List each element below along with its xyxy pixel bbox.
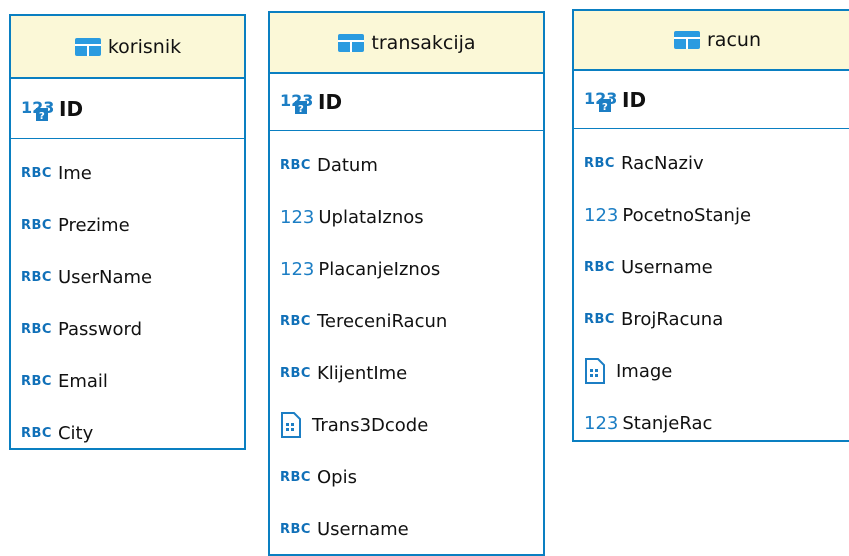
string-type-icon: RBC [280,365,311,381]
field-row[interactable]: RBC UserName [11,251,244,303]
field-name: Email [57,370,108,392]
field-row[interactable]: RBC Opis [270,451,543,503]
field-name: Trans3Dcode [312,414,429,436]
field-name: Prezime [57,214,130,236]
table-icon [674,31,700,49]
field-row[interactable]: RBC TereceniRacun [270,295,543,347]
primary-key-icon: 123 ? [280,89,313,115]
field-row[interactable]: RBC KlijentIme [270,347,543,399]
field-row[interactable]: RBC Prezime [11,199,244,251]
field-row[interactable]: RBC Password [11,303,244,355]
field-name: KlijentIme [316,362,408,384]
primary-key-row[interactable]: 123 ? ID [574,71,849,129]
field-row[interactable]: RBC Ime [11,147,244,199]
numeric-type-icon: 123 [280,258,315,280]
string-type-icon: RBC [280,521,311,537]
svg-text:?: ? [298,104,304,115]
field-name: Username [620,256,713,278]
field-row[interactable]: Image [574,345,849,397]
field-name: UplataIznos [318,206,424,228]
field-list: RBC Ime RBC Prezime RBC UserName RBC Passwor… [11,139,244,459]
field-name: Image [616,360,673,382]
binary-file-icon [281,412,301,438]
field-name: RacNaziv [620,152,704,174]
field-row[interactable]: 123 PlacanjeIznos [270,243,543,295]
table-icon [338,33,365,52]
field-name: Password [57,318,143,340]
string-type-icon: RBC [584,259,615,275]
string-type-icon: RBC [21,321,52,337]
numeric-type-icon: 123 [584,412,619,434]
field-row[interactable]: RBC Datum [270,139,543,191]
entity-title: transakcija [371,31,476,54]
field-name: Ime [57,162,92,184]
string-type-icon: RBC [584,311,615,327]
svg-text:?: ? [39,111,45,122]
field-name: TereceniRacun [316,310,448,332]
field-name: ID [59,96,84,121]
table-icon [74,37,101,56]
field-row[interactable]: 123 UplataIznos [270,191,543,243]
string-type-icon: RBC [21,165,52,181]
entity-header[interactable]: transakcija [270,13,543,74]
field-name: Username [316,518,409,540]
field-name: Opis [316,466,357,488]
field-name: PlacanjeIznos [318,258,441,280]
field-list: RBC RacNaziv 123 PocetnoStanje RBC Username… [574,129,849,449]
field-row[interactable]: 123 StanjeRac [574,397,849,449]
entity-header[interactable]: racun [574,11,849,71]
string-type-icon: RBC [280,469,311,485]
string-type-icon: RBC [21,217,52,233]
field-row[interactable]: RBC Username [574,241,849,293]
field-name: StanjeRac [622,412,713,434]
field-row[interactable]: RBC BrojRacuna [574,293,849,345]
field-row[interactable]: RBC Username [270,503,543,555]
string-type-icon: RBC [21,269,52,285]
field-row[interactable]: RBC Email [11,355,244,407]
string-type-icon: RBC [21,373,52,389]
entity-racun[interactable]: racun 123 ? ID RBC RacNaziv 123 PocetnoSta… [572,9,849,442]
entity-title: korisnik [107,35,182,58]
field-name: BrojRacuna [620,308,724,330]
string-type-icon: RBC [584,155,615,171]
field-row[interactable]: RBC City [11,407,244,459]
string-type-icon: RBC [280,157,311,173]
svg-text:?: ? [602,102,608,113]
entity-korisnik[interactable]: korisnik 123 ? ID RBC Ime RBC Prezime RBC U… [9,14,246,450]
numeric-type-icon: 123 [584,204,619,226]
field-name: Datum [316,154,378,176]
primary-key-row[interactable]: 123 ? ID [270,74,543,131]
field-list: RBC Datum 123 UplataIznos 123 PlacanjeIznos… [270,131,543,555]
string-type-icon: RBC [21,425,52,441]
field-name: City [57,422,94,444]
numeric-type-icon: 123 [280,206,315,228]
field-name: UserName [57,266,153,288]
entity-header[interactable]: korisnik [11,16,244,79]
string-type-icon: RBC [280,313,311,329]
entity-transakcija[interactable]: transakcija 123 ? ID RBC Datum 123 UplataI… [268,11,545,556]
field-row[interactable]: 123 PocetnoStanje [574,189,849,241]
primary-key-row[interactable]: 123 ? ID [11,79,244,139]
binary-file-icon [585,358,605,384]
entity-title: racun [707,29,761,51]
primary-key-icon: 123 ? [21,96,54,122]
field-row[interactable]: RBC RacNaziv [574,137,849,189]
field-row[interactable]: Trans3Dcode [270,399,543,451]
field-name: PocetnoStanje [622,204,752,226]
field-name: ID [622,87,647,112]
field-name: ID [318,90,343,114]
primary-key-icon: 123 ? [584,87,617,113]
